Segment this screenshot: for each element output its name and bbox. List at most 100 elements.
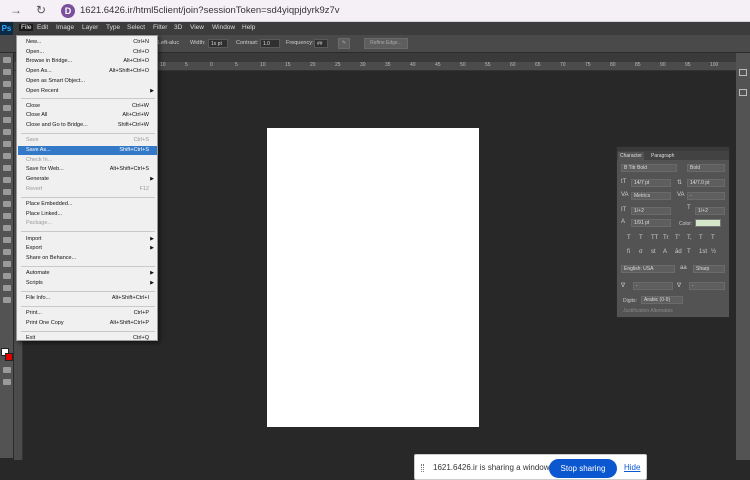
opentype-button[interactable]: ād (675, 249, 682, 255)
file-menu-item[interactable]: Print One Copy Alt+Shift+Ctrl+P (18, 319, 157, 328)
file-menu-item[interactable]: Import ▶ (18, 235, 157, 244)
opentype-button[interactable]: T (687, 249, 691, 255)
digits-dropdown[interactable]: Arabic (0-9) (641, 296, 683, 304)
text-color-swatch[interactable] (695, 219, 721, 227)
antialias-dropdown[interactable]: Sharp (693, 265, 725, 273)
hide-share-bar-link[interactable]: Hide (624, 463, 640, 472)
menu-view[interactable]: View (190, 24, 204, 31)
eraser-tool-icon[interactable] (3, 177, 11, 183)
file-menu-item[interactable]: Scripts ▶ (18, 279, 157, 288)
vertical-scale-field[interactable]: 1/+2 (631, 207, 671, 215)
opentype-button[interactable]: σ (639, 249, 643, 255)
extra-tools-icon[interactable] (3, 297, 11, 303)
type-style-button[interactable]: T (711, 235, 715, 241)
properties-panel-icon[interactable] (739, 89, 747, 96)
file-menu-item[interactable]: Browse in Bridge... Alt+Ctrl+O (18, 57, 157, 66)
language-left-dropdown[interactable]: - (633, 282, 673, 290)
language-right-dropdown[interactable]: - (689, 282, 725, 290)
menu-layer[interactable]: Layer (82, 24, 98, 31)
pen-tool-icon[interactable] (3, 225, 11, 231)
reload-icon[interactable]: ↻ (33, 3, 49, 17)
menu-file[interactable]: File (19, 24, 34, 31)
type-style-button[interactable]: T (627, 235, 631, 241)
path-selection-tool-icon[interactable] (3, 249, 11, 255)
file-menu-item[interactable]: Open as Smart Object... (18, 77, 157, 86)
contrast-field[interactable]: 1.0 (260, 39, 280, 48)
marquee-tool-icon[interactable] (3, 69, 11, 75)
type-style-button[interactable]: T, (687, 235, 692, 241)
file-menu-item[interactable]: Export ▶ (18, 244, 157, 253)
font-style-dropdown[interactable]: Bold (687, 164, 725, 172)
type-style-button[interactable]: Tr (663, 235, 668, 241)
language-dropdown[interactable]: English: USA (621, 265, 675, 273)
lasso-tool-icon[interactable] (3, 81, 11, 87)
menu-3d[interactable]: 3D (174, 24, 182, 31)
blur-tool-icon[interactable] (3, 201, 11, 207)
pressure-pen-icon[interactable]: ✎ (338, 38, 350, 49)
font-family-dropdown[interactable]: B Titr Bold (621, 164, 677, 172)
file-menu-item[interactable]: Open As... Alt+Shift+Ctrl+O (18, 67, 157, 76)
file-menu-item[interactable]: Close and Go to Bridge... Shift+Ctrl+W (18, 121, 157, 130)
hand-tool-icon[interactable] (3, 273, 11, 279)
type-style-button[interactable]: T' (675, 235, 680, 241)
shape-tool-icon[interactable] (3, 261, 11, 267)
horizontal-scale-field[interactable]: 1/+2 (695, 207, 725, 215)
tab-paragraph[interactable]: Paragraph (649, 152, 676, 160)
file-menu-item[interactable]: Close All Alt+Ctrl+W (18, 111, 157, 120)
crop-tool-icon[interactable] (3, 105, 11, 111)
history-panel-icon[interactable] (739, 69, 747, 76)
screen-mode-icon[interactable] (3, 379, 11, 385)
healing-brush-tool-icon[interactable] (3, 129, 11, 135)
file-menu-item[interactable]: Place Linked... (18, 210, 157, 219)
file-menu-item[interactable]: Share on Behance... (18, 254, 157, 263)
history-brush-tool-icon[interactable] (3, 165, 11, 171)
url-text[interactable]: 1621.6426.ir/html5client/join?sessionTok… (80, 5, 340, 16)
menu-image[interactable]: Image (56, 24, 74, 31)
file-menu-item[interactable]: Open Recent ▶ (18, 87, 157, 96)
move-tool-icon[interactable] (3, 57, 11, 63)
file-menu-item[interactable]: Save As... Shift+Ctrl+S (18, 146, 157, 155)
file-menu-item[interactable]: New... Ctrl+N (18, 38, 157, 47)
file-menu-item[interactable]: File Info... Alt+Shift+Ctrl+I (18, 294, 157, 303)
opentype-button[interactable]: fi (627, 249, 630, 255)
file-menu-item[interactable]: Save for Web... Alt+Shift+Ctrl+S (18, 165, 157, 174)
opentype-button[interactable]: A (663, 249, 667, 255)
menu-window[interactable]: Window (212, 24, 235, 31)
justification-alternates-checkbox[interactable]: Justification Alternates (623, 308, 673, 314)
type-style-button[interactable]: TT (651, 235, 658, 241)
menu-filter[interactable]: Filter (153, 24, 167, 31)
menu-help[interactable]: Help (242, 24, 255, 31)
dodge-tool-icon[interactable] (3, 213, 11, 219)
menu-type[interactable]: Type (106, 24, 120, 31)
opentype-button[interactable]: st (651, 249, 656, 255)
type-style-button[interactable]: T (639, 235, 643, 241)
kerning-field[interactable]: Metrics (631, 192, 671, 200)
background-color-swatch[interactable] (5, 353, 13, 361)
file-menu-item[interactable]: Exit Ctrl+Q (18, 334, 157, 343)
file-menu-item[interactable]: Generate ▶ (18, 175, 157, 184)
eyedropper-tool-icon[interactable] (3, 117, 11, 123)
file-menu-item[interactable]: Print... Ctrl+P (18, 309, 157, 318)
file-menu-item[interactable]: Open... Ctrl+O (18, 48, 157, 57)
width-field[interactable]: 1x pt (208, 39, 228, 48)
document-canvas[interactable] (267, 128, 479, 427)
magic-wand-tool-icon[interactable] (3, 93, 11, 99)
file-menu-item[interactable]: Place Embedded... (18, 200, 157, 209)
menu-select[interactable]: Select (127, 24, 145, 31)
refine-edge-button[interactable]: Refine Edge... (364, 38, 408, 49)
baseline-shift-field[interactable]: 1/91 pt (631, 219, 671, 227)
tab-character[interactable]: Character (618, 152, 644, 160)
file-menu-item[interactable]: Close Ctrl+W (18, 102, 157, 111)
clone-stamp-tool-icon[interactable] (3, 153, 11, 159)
stop-sharing-button[interactable]: Stop sharing (549, 459, 617, 478)
opentype-button[interactable]: ½ (711, 249, 716, 255)
back-arrow-icon[interactable]: → (8, 3, 24, 17)
opentype-button[interactable]: 1st (699, 249, 707, 255)
font-size-field[interactable]: 14/7 pt (631, 179, 671, 187)
zoom-tool-icon[interactable] (3, 285, 11, 291)
menu-edit[interactable]: Edit (37, 24, 48, 31)
type-tool-icon[interactable] (3, 237, 11, 243)
tracking-field[interactable]: - (687, 192, 725, 200)
frequency-field[interactable]: ## (314, 39, 328, 48)
gradient-tool-icon[interactable] (3, 189, 11, 195)
